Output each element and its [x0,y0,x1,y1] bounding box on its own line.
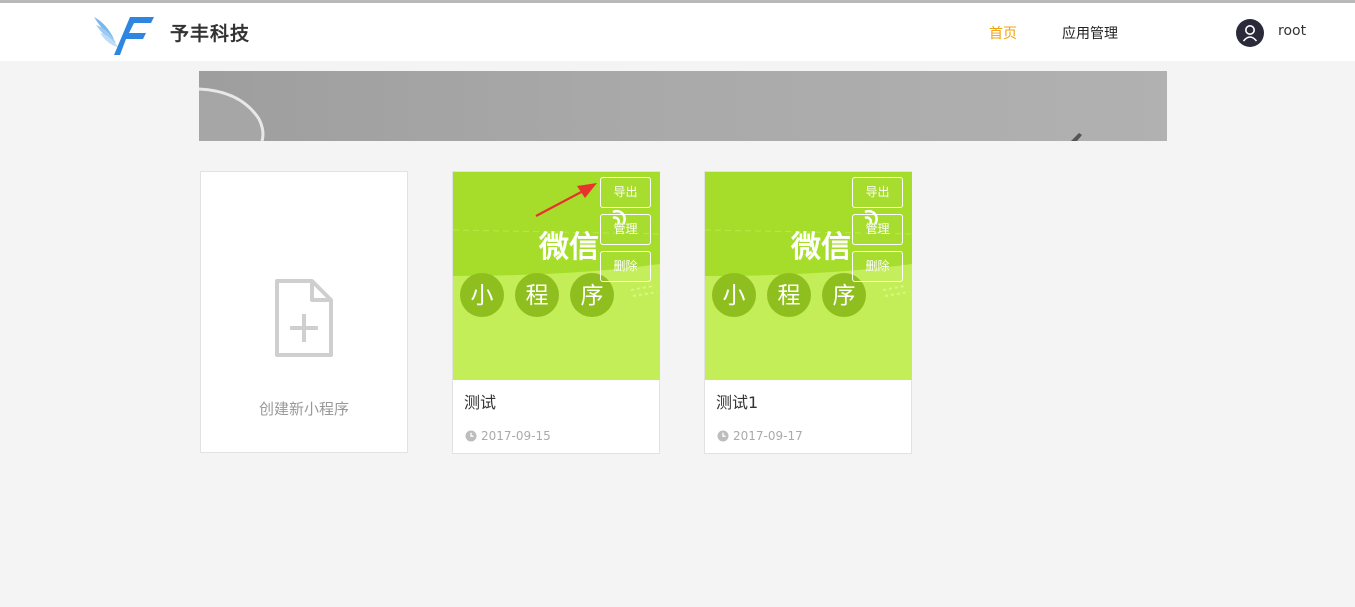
delete-button[interactable]: 删除 [852,251,903,282]
clock-icon [465,430,477,442]
app-card[interactable]: 微信 小 程 序 导出 管理 删除 测试1 2017-09-17 [704,171,912,454]
thumb-char: 序 [581,283,604,309]
wechat-text: 微信 [790,230,851,265]
header: 予丰科技 首页 应用管理 root [0,3,1355,61]
thumb-char: 小 [723,283,746,309]
manage-button[interactable]: 管理 [600,214,651,245]
thumb-char: 程 [526,283,549,309]
new-file-icon [275,279,333,357]
brand-name: 予丰科技 [170,23,251,45]
app-date-text: 2017-09-17 [733,429,803,443]
user-avatar-icon[interactable] [1236,19,1264,47]
wechat-text: 微信 [538,230,599,265]
app-date-text: 2017-09-15 [481,429,551,443]
thumb-char: 程 [778,283,801,309]
app-name: 测试1 [716,393,759,412]
app-thumbnail: 微信 小 程 序 导出 管理 删除 [705,172,912,380]
manage-button[interactable]: 管理 [852,214,903,245]
nav-home[interactable]: 首页 [989,23,1017,43]
export-button[interactable]: 导出 [600,177,651,208]
app-date: 2017-09-15 [465,429,551,443]
create-app-label: 创建新小程序 [258,400,349,418]
banner-image [199,71,1167,141]
nav-app-management[interactable]: 应用管理 [1062,23,1118,43]
app-date: 2017-09-17 [717,429,803,443]
username[interactable]: root [1278,23,1306,39]
export-button[interactable]: 导出 [852,177,903,208]
delete-button[interactable]: 删除 [600,251,651,282]
logo [94,17,154,55]
red-arrow-annotation [535,183,597,217]
app-name: 测试 [464,393,497,412]
clock-icon [717,430,729,442]
thumb-char: 小 [471,283,494,309]
thumb-char: 序 [833,283,856,309]
create-app-card[interactable]: 创建新小程序 [200,171,408,453]
